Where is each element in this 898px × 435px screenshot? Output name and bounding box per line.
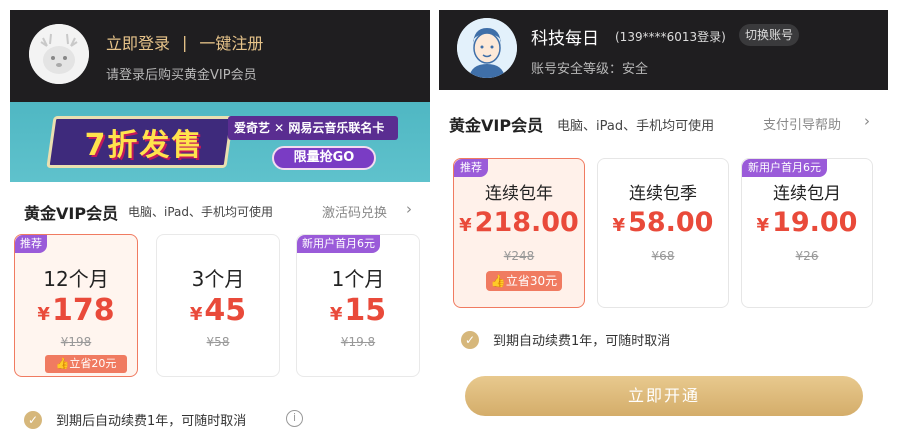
chevron-right-icon[interactable]: › [864, 112, 870, 130]
plan-price: ¥19.00 [742, 207, 872, 238]
agreement-text: 到期自动续费1年，可随时取消 [493, 334, 671, 349]
banner-title: 7折发售 [84, 128, 204, 163]
price-value: 19.00 [772, 207, 858, 238]
savings-badge: 👍立省20元 [45, 355, 127, 373]
original-price: ¥58 [206, 335, 230, 349]
username: 科技每日 [531, 29, 599, 49]
price-value: 15 [344, 293, 387, 328]
recommend-badge: 推荐 [454, 159, 488, 177]
screenshot-root: 立即登录 | 一键注册 请登录后购买黄金VIP会员 7折发售 爱奇艺 ✕ 网易云… [0, 0, 898, 435]
price-value: 178 [51, 293, 115, 328]
section-title: 黄金VIP会员 [449, 116, 544, 135]
plan-name: 连续包年 [485, 184, 553, 204]
currency-symbol: ¥ [459, 215, 472, 236]
plan-price: ¥45 [157, 293, 279, 328]
right-header: 科技每日 (139****6013登录) 切换账号 账号安全等级：安全 [439, 10, 888, 90]
savings-text: 立省30元 [505, 274, 558, 288]
left-panel: 立即登录 | 一键注册 请登录后购买黄金VIP会员 7折发售 爱奇艺 ✕ 网易云… [10, 10, 430, 435]
original-price: ¥19.8 [340, 335, 376, 349]
original-price: ¥26 [795, 249, 819, 263]
thumbs-up-icon: 👍 [55, 357, 70, 370]
plan-card-1-month[interactable]: 新用户首月6元 1个月 ¥15 ¥19.8 [296, 234, 420, 377]
new-user-badge: 新用户首月6元 [742, 159, 827, 177]
payment-help-link[interactable]: 支付引导帮助 [763, 114, 841, 133]
price-value: 58.00 [628, 207, 714, 238]
checkmark-icon[interactable]: ✓ [24, 410, 42, 429]
register-link[interactable]: 一键注册 [199, 30, 263, 54]
section-subtitle: 电脑、iPad、手机均可使用 [557, 119, 715, 134]
plan-card-quarterly[interactable]: 连续包季 ¥58.00 ¥68 [597, 158, 729, 308]
savings-badge: 👍立省30元 [486, 271, 562, 291]
login-register-row: 立即登录 | 一键注册 [106, 30, 263, 54]
activate-now-button[interactable]: 立即开通 [465, 376, 863, 416]
currency-symbol: ¥ [329, 304, 343, 325]
currency-symbol: ¥ [612, 215, 626, 236]
account-number: (139****6013登录) [615, 30, 726, 44]
auto-renew-agreement[interactable]: ✓ 到期自动续费1年，可随时取消 [461, 330, 670, 349]
user-avatar[interactable] [457, 18, 517, 78]
agreement-text: 到期后自动续费1年，可随时取消 [56, 414, 247, 429]
plan-duration: 3个月 [191, 267, 245, 291]
original-price: ¥248 [503, 249, 535, 263]
plan-name: 连续包月 [773, 184, 841, 204]
plan-price: ¥58.00 [598, 207, 728, 238]
auto-renew-agreement[interactable]: ✓ 到期后自动续费1年，可随时取消 [24, 410, 246, 429]
deer-mascot-icon [29, 24, 89, 84]
chevron-right-icon[interactable]: › [406, 200, 412, 218]
banner-partner-text: 爱奇艺 ✕ 网易云音乐联名卡 [234, 121, 385, 135]
plan-card-yearly[interactable]: 推荐 连续包年 ¥218.00 ¥248 👍立省30元 [453, 158, 585, 308]
separator: | [182, 32, 188, 52]
plan-card-12-months[interactable]: 推荐 12个月 ¥178 ¥198 👍立省20元 [14, 234, 138, 377]
original-price: ¥198 [60, 335, 92, 349]
thumbs-up-icon: 👍 [490, 274, 506, 288]
switch-account-button[interactable]: 切换账号 [739, 24, 800, 46]
promo-banner[interactable]: 7折发售 爱奇艺 ✕ 网易云音乐联名卡 限量抢GO [10, 102, 430, 182]
plan-card-monthly[interactable]: 新用户首月6元 连续包月 ¥19.00 ¥26 [741, 158, 873, 308]
plan-price: ¥218.00 [454, 207, 584, 238]
login-hint: 请登录后购买黄金VIP会员 [106, 68, 257, 83]
currency-symbol: ¥ [189, 304, 203, 325]
section-title: 黄金VIP会员 [24, 204, 119, 223]
currency-symbol: ¥ [756, 215, 770, 236]
plan-duration: 1个月 [331, 267, 385, 291]
user-avatar-icon [457, 18, 517, 78]
price-value: 45 [204, 293, 247, 328]
info-icon[interactable]: i [286, 410, 303, 427]
currency-symbol: ¥ [37, 304, 50, 325]
recommend-badge: 推荐 [15, 235, 47, 253]
plan-name: 连续包季 [629, 184, 697, 204]
section-subtitle: 电脑、iPad、手机均可使用 [128, 205, 274, 219]
default-avatar[interactable] [29, 24, 89, 84]
left-header: 立即登录 | 一键注册 请登录后购买黄金VIP会员 [10, 10, 430, 102]
banner-go-button[interactable]: 限量抢GO [272, 146, 376, 170]
login-link[interactable]: 立即登录 [106, 30, 170, 54]
price-value: 218.00 [474, 207, 579, 238]
checkmark-icon[interactable]: ✓ [461, 330, 479, 349]
right-panel: 科技每日 (139****6013登录) 切换账号 账号安全等级：安全 黄金VI… [439, 10, 888, 435]
plan-card-3-months[interactable]: 3个月 ¥45 ¥58 [156, 234, 280, 377]
activation-code-link[interactable]: 激活码兑换 [322, 202, 387, 221]
plan-price: ¥15 [297, 293, 419, 328]
plan-price: ¥178 [15, 293, 137, 328]
original-price: ¥68 [651, 249, 675, 263]
savings-text: 立省20元 [69, 357, 117, 370]
security-level: 账号安全等级：安全 [531, 62, 649, 77]
new-user-badge: 新用户首月6元 [297, 235, 380, 253]
plan-duration: 12个月 [43, 267, 109, 291]
